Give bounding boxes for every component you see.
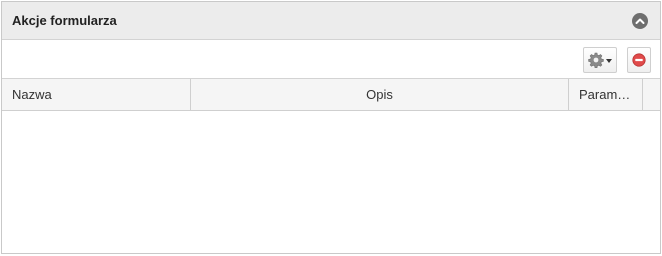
caret-down-icon	[606, 59, 612, 63]
grid-header: Nazwa Opis Param…	[2, 79, 660, 111]
chevron-up-icon	[635, 18, 645, 24]
column-header-filler	[643, 79, 660, 110]
column-header-nazwa[interactable]: Nazwa	[2, 79, 191, 110]
form-actions-panel: Akcje formularza Nazwa Opis Param…	[1, 1, 661, 254]
collapse-button[interactable]	[632, 13, 648, 29]
delete-button[interactable]	[627, 47, 651, 73]
grid-body	[2, 111, 660, 253]
toolbar	[2, 41, 660, 79]
settings-dropdown-button[interactable]	[583, 47, 617, 73]
minus-circle-icon	[632, 53, 646, 67]
panel-title: Akcje formularza	[12, 13, 117, 28]
column-header-opis[interactable]: Opis	[191, 79, 569, 110]
gear-icon	[588, 52, 604, 68]
column-header-parameters[interactable]: Param…	[569, 79, 643, 110]
panel-header: Akcje formularza	[2, 2, 660, 40]
